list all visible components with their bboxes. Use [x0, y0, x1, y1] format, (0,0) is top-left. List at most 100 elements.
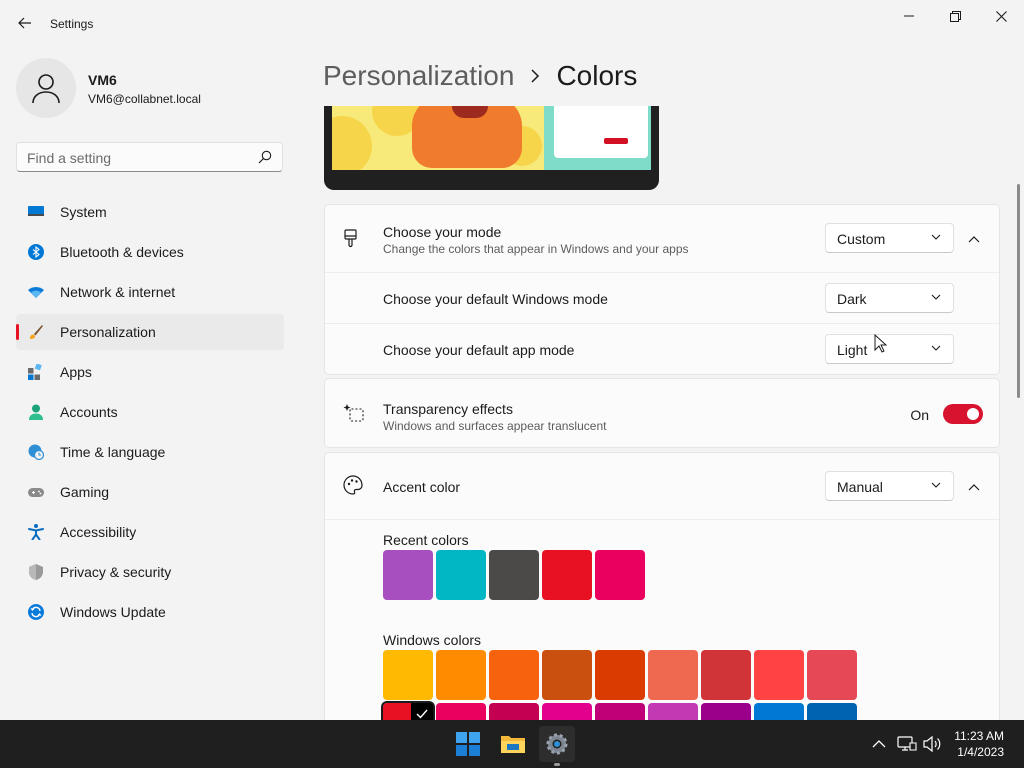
- transparency-panel: Transparency effects Windows and surface…: [324, 378, 1000, 448]
- active-app-indicator: [554, 763, 560, 766]
- content-area: Choose your mode Change the colors that …: [0, 106, 1010, 720]
- recent-colors-label: Recent colors: [383, 532, 469, 548]
- toggle-knob: [967, 408, 979, 420]
- mouse-cursor-icon: [874, 334, 888, 353]
- restore-icon: [949, 10, 961, 22]
- close-icon: [995, 10, 1007, 22]
- accent-color-title: Accent color: [383, 479, 461, 495]
- app-mode-row: Choose your default app mode Light: [325, 324, 999, 374]
- color-swatch[interactable]: [595, 650, 645, 700]
- mode-dropdown[interactable]: Custom: [825, 223, 954, 253]
- paintbrush-icon: [344, 229, 357, 248]
- app-mode-dropdown[interactable]: Light: [825, 334, 954, 364]
- palette-icon: [343, 475, 363, 495]
- collapse-accent-button[interactable]: [964, 477, 984, 497]
- gear-icon: [546, 733, 568, 755]
- person-icon: [32, 74, 60, 104]
- accent-dropdown-value: Manual: [837, 479, 883, 495]
- color-swatch[interactable]: [754, 703, 804, 720]
- chevron-down-icon: [931, 345, 941, 351]
- chevron-up-icon: [968, 483, 980, 490]
- color-swatch[interactable]: [381, 701, 435, 720]
- chevron-down-icon: [931, 294, 941, 300]
- close-button[interactable]: [978, 0, 1024, 32]
- back-arrow-icon: [18, 17, 31, 29]
- file-explorer-button[interactable]: [495, 726, 531, 762]
- app-title: Settings: [50, 17, 94, 31]
- settings-taskbar-button[interactable]: [539, 726, 575, 762]
- accent-swatches-area: Recent colors Windows colors: [325, 520, 999, 720]
- windows-mode-row: Choose your default Windows mode Dark: [325, 273, 999, 324]
- minimize-icon: [904, 15, 914, 17]
- color-swatch[interactable]: [595, 550, 645, 600]
- color-swatch[interactable]: [383, 550, 433, 600]
- checkmark-icon: [411, 703, 433, 720]
- color-swatch[interactable]: [648, 703, 698, 720]
- color-swatch[interactable]: [489, 550, 539, 600]
- breadcrumb-parent[interactable]: Personalization: [323, 60, 514, 92]
- choose-mode-row[interactable]: Choose your mode Change the colors that …: [325, 205, 999, 273]
- mode-panel: Choose your mode Change the colors that …: [324, 204, 1000, 375]
- minimize-button[interactable]: [886, 0, 932, 32]
- wallpaper-preview: [332, 106, 651, 170]
- transparency-title: Transparency effects: [383, 401, 513, 417]
- start-button[interactable]: [450, 726, 486, 762]
- color-swatch[interactable]: [542, 650, 592, 700]
- title-bar: Settings: [0, 0, 1024, 48]
- color-swatch[interactable]: [436, 703, 486, 720]
- maximize-button[interactable]: [932, 0, 978, 32]
- content-scrollbar[interactable]: [1017, 184, 1020, 398]
- clock-time: 11:23 AM: [954, 729, 1004, 743]
- preview-accent: [604, 138, 628, 144]
- chevron-down-icon: [931, 482, 941, 488]
- collapse-mode-button[interactable]: [964, 229, 984, 249]
- page-title: Colors: [556, 60, 638, 91]
- theme-preview: [324, 106, 659, 190]
- color-swatch[interactable]: [383, 650, 433, 700]
- color-swatch[interactable]: [648, 650, 698, 700]
- accent-color-row[interactable]: Accent color Manual: [325, 453, 999, 520]
- windows-colors-label: Windows colors: [383, 632, 482, 648]
- color-swatch[interactable]: [807, 703, 857, 720]
- user-name: VM6: [88, 72, 117, 88]
- color-swatch[interactable]: [542, 703, 592, 720]
- clock-date: 1/4/2023: [957, 745, 1004, 759]
- breadcrumb: Personalization Colors: [323, 56, 637, 96]
- app-mode-label: Choose your default app mode: [383, 342, 575, 358]
- volume-icon[interactable]: [922, 734, 942, 754]
- transparency-icon: [343, 404, 364, 422]
- clock[interactable]: 11:23 AM 1/4/2023: [954, 728, 1004, 760]
- color-swatch[interactable]: [701, 650, 751, 700]
- color-swatch[interactable]: [701, 703, 751, 720]
- chevron-right-icon: [530, 69, 540, 83]
- choose-mode-description: Change the colors that appear in Windows…: [383, 242, 689, 256]
- chevron-up-icon: [968, 235, 980, 242]
- choose-mode-title: Choose your mode: [383, 224, 502, 240]
- transparency-state-label: On: [910, 407, 929, 423]
- network-icon[interactable]: [897, 734, 917, 754]
- chevron-down-icon: [931, 234, 941, 240]
- accent-dropdown[interactable]: Manual: [825, 471, 954, 501]
- color-swatch[interactable]: [754, 650, 804, 700]
- windows-logo-icon: [456, 732, 480, 756]
- transparency-toggle[interactable]: [943, 404, 983, 424]
- chevron-up-icon[interactable]: [872, 734, 886, 754]
- windows-mode-dropdown[interactable]: Dark: [825, 283, 954, 313]
- windows-mode-label: Choose your default Windows mode: [383, 291, 608, 307]
- color-swatch[interactable]: [542, 550, 592, 600]
- windows-mode-value: Dark: [837, 291, 867, 307]
- color-swatch[interactable]: [489, 650, 539, 700]
- color-swatch[interactable]: [595, 703, 645, 720]
- app-mode-value: Light: [837, 342, 868, 358]
- user-email: VM6@collabnet.local: [88, 92, 201, 106]
- color-swatch[interactable]: [807, 650, 857, 700]
- back-button[interactable]: [12, 10, 38, 36]
- color-swatch[interactable]: [436, 650, 486, 700]
- transparency-row[interactable]: Transparency effects Windows and surface…: [325, 379, 999, 447]
- color-swatch[interactable]: [436, 550, 486, 600]
- taskbar: 11:23 AM 1/4/2023: [0, 720, 1024, 768]
- accent-panel: Accent color Manual Recent colors Window…: [324, 452, 1000, 720]
- color-swatch[interactable]: [489, 703, 539, 720]
- transparency-description: Windows and surfaces appear translucent: [383, 419, 607, 433]
- mode-dropdown-value: Custom: [837, 231, 886, 247]
